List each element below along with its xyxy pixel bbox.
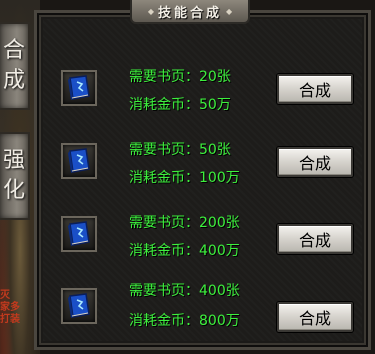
- synthesize-button[interactable]: 合成: [277, 302, 353, 332]
- synthesize-button[interactable]: 合成: [277, 147, 353, 177]
- title-ornament-right-icon: ◆: [226, 6, 233, 16]
- recipe-row: 需要书页：400张 消耗金币：800万 合成: [0, 278, 375, 338]
- skill-book-slot[interactable]: [61, 288, 97, 324]
- title-ornament-left-icon: ◆: [147, 6, 154, 16]
- skill-book-icon: [68, 293, 90, 318]
- skill-book-slot[interactable]: [61, 70, 97, 106]
- skill-book-icon: [68, 148, 90, 173]
- gold-cost: 消耗金币：800万: [129, 313, 240, 329]
- synthesize-button[interactable]: 合成: [277, 74, 353, 104]
- gold-cost: 消耗金币：100万: [129, 170, 240, 186]
- recipe-row: 需要书页：50张 消耗金币：100万 合成: [0, 133, 375, 193]
- skill-book-slot[interactable]: [61, 143, 97, 179]
- recipe-row: 需要书页：200张 消耗金币：400万 合成: [0, 206, 375, 266]
- gold-cost: 消耗金币：400万: [129, 243, 240, 259]
- required-pages: 需要书页：200张: [129, 215, 240, 231]
- skill-book-icon: [68, 221, 90, 246]
- required-pages: 需要书页：400张: [129, 283, 240, 299]
- panel-title: 技能合成: [157, 5, 222, 21]
- skill-book-slot[interactable]: [61, 216, 97, 252]
- recipe-row: 需要书页：20张 消耗金币：50万 合成: [0, 60, 375, 120]
- gold-cost: 消耗金币：50万: [129, 97, 231, 113]
- required-pages: 需要书页：50张: [129, 142, 231, 158]
- panel-title-bar: ◆ 技能合成 ◆: [130, 0, 250, 24]
- skill-book-icon: [68, 75, 90, 100]
- synthesize-button[interactable]: 合成: [277, 224, 353, 254]
- required-pages: 需要书页：20张: [129, 69, 231, 85]
